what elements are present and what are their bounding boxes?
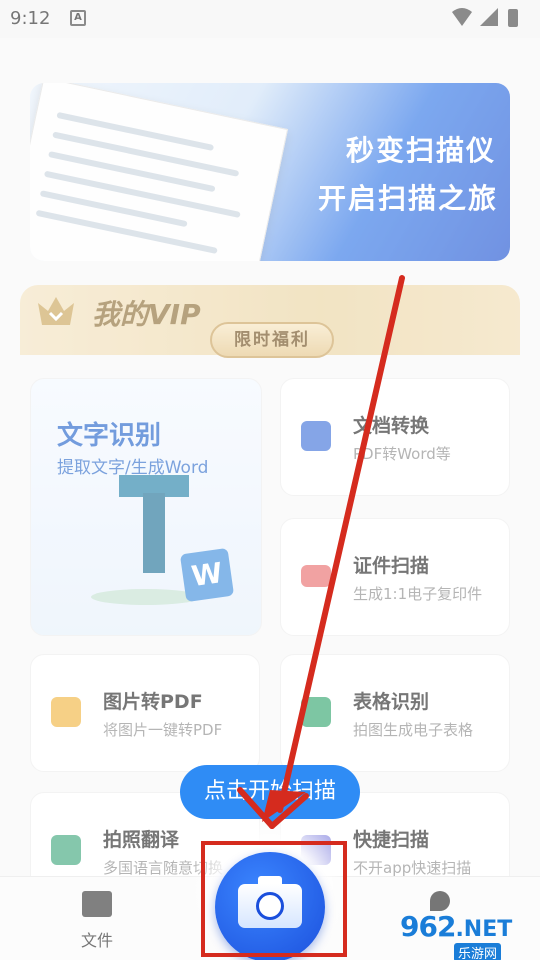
watermark-number: 962 bbox=[400, 910, 456, 943]
watermark-net: .NET bbox=[455, 917, 513, 942]
annotation-arrow bbox=[237, 275, 405, 829]
site-watermark: 962.NET 乐游网 bbox=[400, 910, 538, 960]
watermark-cn: 乐游网 bbox=[454, 943, 502, 960]
annotation-box bbox=[201, 841, 347, 957]
